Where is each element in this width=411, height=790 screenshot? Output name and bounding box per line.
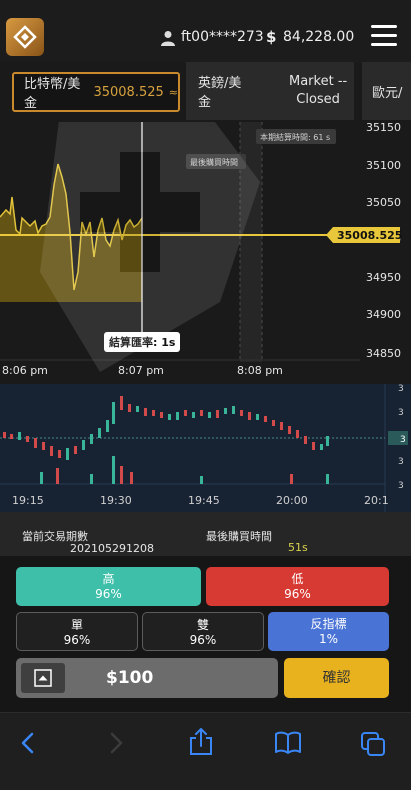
candle-bg xyxy=(0,384,411,512)
low-payout: 96% xyxy=(284,587,311,601)
amount-input[interactable]: $100 xyxy=(16,658,278,698)
share-icon[interactable] xyxy=(188,728,214,756)
double-chevron-icon: ≈ xyxy=(168,85,178,99)
y-tick: 34900 xyxy=(366,308,401,321)
y-tick: 34950 xyxy=(366,271,401,284)
back-icon[interactable] xyxy=(18,731,38,755)
browser-toolbar xyxy=(0,712,411,790)
period-value: 202105291208 xyxy=(70,542,154,555)
tab-eur[interactable]: 歐元/ xyxy=(362,62,411,120)
candle-y-tick: 3 xyxy=(398,384,404,394)
candle-y-tick: 3 xyxy=(398,457,404,467)
y-tick: 35050 xyxy=(366,196,401,209)
user-id: ft00****273 xyxy=(181,29,264,45)
candle-x-tick: 20:1 xyxy=(364,494,389,507)
even-payout: 96% xyxy=(189,633,217,647)
odd-button[interactable]: 單 96% xyxy=(16,612,138,651)
app-root: ft00****273 $ 84,228.00 比特幣/美金 35008.525… xyxy=(0,0,411,790)
price-chart-svg: 35150 35100 35050 35000 34950 34900 3485… xyxy=(0,102,411,384)
odd-payout: 96% xyxy=(63,633,91,647)
tab-gbp-usd[interactable]: 英鎊/美金 Market -- Closed xyxy=(186,62,354,120)
tabs-icon[interactable] xyxy=(360,731,386,757)
amount-value: $100 xyxy=(106,668,154,688)
candle-y-tick: 3 xyxy=(398,481,404,491)
reverse-payout: 1% xyxy=(318,632,339,646)
balance-currency-symbol: $ xyxy=(266,28,277,46)
hamburger-menu-icon[interactable] xyxy=(371,25,397,47)
trade-info-panel: 當前交易期數 202105291208 最後購買時間 xyxy=(0,512,411,556)
candlestick-svg: 3 3 3 3 3 19:15 19:30 19:45 20:00 20:1 xyxy=(0,384,411,512)
candle-y-tick: 3 xyxy=(398,408,404,418)
reverse-indicator-button[interactable]: 反指標 1% xyxy=(268,612,389,651)
high-label: 高 xyxy=(102,572,115,586)
confirm-button[interactable]: 確認 xyxy=(284,658,389,698)
price-chart[interactable]: 35150 35100 35050 35000 34950 34900 3485… xyxy=(0,102,411,384)
user-icon xyxy=(161,31,175,46)
forward-icon[interactable] xyxy=(106,731,126,755)
candle-x-tick: 19:45 xyxy=(188,494,220,507)
last-buy-label: 最後購買時間 xyxy=(206,530,272,543)
logo-icon xyxy=(13,25,37,49)
low-label: 低 xyxy=(291,572,304,586)
candle-x-tick: 19:30 xyxy=(100,494,132,507)
low-button[interactable]: 低 96% xyxy=(206,567,389,606)
tab-label: 英鎊/美金 xyxy=(198,76,242,110)
x-tick: 8:08 pm xyxy=(237,364,283,377)
x-tick: 8:06 pm xyxy=(2,364,48,377)
tab-price: 35008.525 xyxy=(93,84,164,100)
chevron-up-box-icon xyxy=(34,669,52,687)
high-button[interactable]: 高 96% xyxy=(16,567,201,606)
bookmarks-icon[interactable] xyxy=(274,731,302,755)
market-status: Market -- Closed xyxy=(289,74,348,107)
candle-x-tick: 20:00 xyxy=(276,494,308,507)
account-balance: 84,228.00 xyxy=(283,29,355,45)
candle-y-tick: 3 xyxy=(400,435,406,445)
tab-label: 比特幣/美金 xyxy=(24,77,81,111)
candle-x-tick: 19:15 xyxy=(12,494,44,507)
odd-label: 單 xyxy=(70,618,83,632)
tab-label: 歐元/ xyxy=(372,85,403,101)
asset-tabs: 比特幣/美金 35008.525 ≈ 英鎊/美金 Market -- Close… xyxy=(0,62,411,122)
y-tick: 34850 xyxy=(366,347,401,360)
y-tick: 35150 xyxy=(366,122,401,134)
y-tick: 35100 xyxy=(366,159,401,172)
top-header: ft00****273 $ 84,228.00 xyxy=(0,0,411,70)
reverse-label: 反指標 xyxy=(310,617,347,631)
even-button[interactable]: 雙 96% xyxy=(142,612,264,651)
current-price-label: 35008.525 xyxy=(337,229,402,242)
high-payout: 96% xyxy=(95,587,122,601)
amount-picker-button[interactable] xyxy=(21,663,65,693)
settle-time-tag: 本期結算時間: 61 s xyxy=(260,132,330,142)
tab-btc-usd[interactable]: 比特幣/美金 35008.525 ≈ xyxy=(12,72,180,112)
app-logo[interactable] xyxy=(6,18,44,56)
x-tick: 8:07 pm xyxy=(118,364,164,377)
countdown-timer: 51s xyxy=(288,541,308,554)
even-label: 雙 xyxy=(196,618,209,632)
candlestick-chart[interactable]: 3 3 3 3 3 19:15 19:30 19:45 20:00 20:1 xyxy=(0,384,411,512)
